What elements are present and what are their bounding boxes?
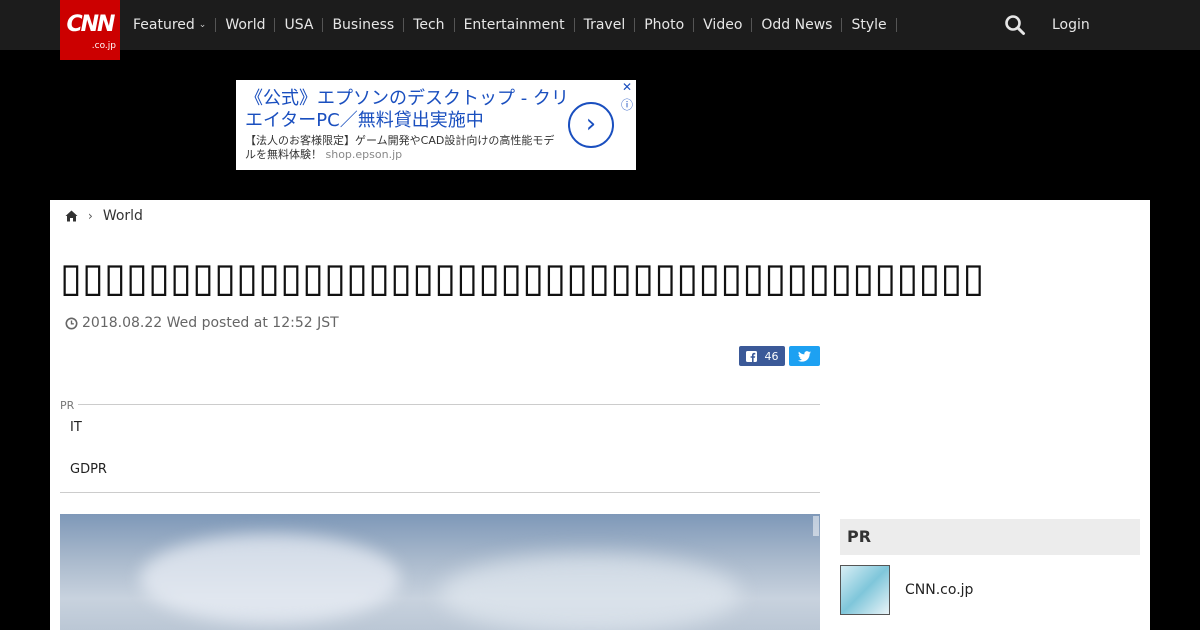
ad-headline[interactable]: 《公式》エプソンのデスクトップ - クリエイターPC／無料貸出実施中 [245,88,575,132]
facebook-share-count: 46 [764,349,779,363]
nav-label: Style [851,17,887,33]
photo-cloud [440,554,740,630]
nav-label: Business [332,17,395,33]
ad-domain: shop.epson.jp [325,148,403,161]
nav-item-travel[interactable]: Travel [575,18,636,32]
facebook-share-button[interactable]: 46 [739,346,785,366]
chevron-down-icon: ⌄ [198,20,207,30]
nav-item-style[interactable]: Style [842,17,897,33]
nav-label: USA [284,17,314,33]
photo-credit [813,516,819,536]
pr-label: PR [60,399,75,412]
article-date: 2018.08.22 Wed posted at 12:52 JST [65,315,339,331]
sidebar-pr-link[interactable]: CNN.co.jp [905,582,973,598]
ad-arrow-button[interactable]: › [568,102,614,148]
twitter-icon [798,350,811,362]
logo-sub-text: .co.jp [91,41,116,51]
cnn-logo[interactable]: CNN .co.jp [60,0,120,60]
nav-item-photo[interactable]: Photo [635,17,695,33]
nav-label: Photo [644,17,685,33]
home-icon[interactable] [65,210,78,222]
top-navigation-bar: CNN .co.jp Featured ⌄ World USA Business … [0,0,1200,60]
breadcrumb-separator-icon: › [88,209,93,223]
sidebar-pr-heading: PR [840,519,1140,555]
nav-item-world[interactable]: World [216,17,276,33]
nav-label: Travel [583,17,626,33]
twitter-share-button[interactable] [789,346,820,366]
nav-item-tech[interactable]: Tech [404,17,455,33]
nav-label: Odd News [761,17,833,33]
pr-link-item[interactable]: GDPR [70,462,107,477]
nav-item-video[interactable]: Video [694,17,753,33]
nav-item-featured[interactable]: Featured ⌄ [124,17,217,33]
pr-divider-top [78,404,820,405]
article-title: ▯▯▯▯▯▯▯▯▯▯▯▯▯▯▯▯▯▯▯▯▯▯▯▯▯▯▯▯▯▯▯▯▯▯▯▯▯▯▯▯… [60,255,985,301]
pr-divider-bottom [60,492,820,493]
photo-cloud [140,534,400,624]
search-icon[interactable] [1004,14,1026,36]
main-nav: Featured ⌄ World USA Business Tech Entert… [124,0,897,50]
pr-link-item[interactable]: IT [70,420,82,435]
clock-icon [65,317,78,329]
article-container: › World ▯▯▯▯▯▯▯▯▯▯▯▯▯▯▯▯▯▯▯▯▯▯▯▯▯▯▯▯▯▯▯▯… [50,200,1150,630]
breadcrumb-section[interactable]: World [103,208,143,224]
nav-item-business[interactable]: Business [323,17,405,33]
ad-close-icon[interactable]: ✕ [622,80,632,94]
logo-main-text: CNN [66,12,116,37]
nav-label: Featured [133,17,195,33]
nav-item-usa[interactable]: USA [275,17,324,33]
nav-label: Entertainment [463,17,565,33]
article-date-text: 2018.08.22 Wed posted at 12:52 JST [82,315,339,331]
sidebar-pr-thumbnail[interactable] [840,565,890,615]
facebook-icon [745,350,757,362]
nav-item-odd-news[interactable]: Odd News [752,17,843,33]
ad-body: 【法人のお客様限定】ゲーム開発やCAD設計向けの高性能モデルを無料体験！ sho… [245,134,565,162]
nav-label: Tech [413,17,445,33]
login-link[interactable]: Login [1052,17,1090,33]
nav-label: Video [703,17,743,33]
breadcrumb: › World [65,208,143,224]
article-photo [60,514,820,630]
ad-banner[interactable]: 《公式》エプソンのデスクトップ - クリエイターPC／無料貸出実施中 【法人のお… [236,80,636,170]
nav-item-entertainment[interactable]: Entertainment [455,18,575,32]
ad-info-icon[interactable]: ⓘ [621,96,633,113]
nav-label: World [225,17,266,33]
